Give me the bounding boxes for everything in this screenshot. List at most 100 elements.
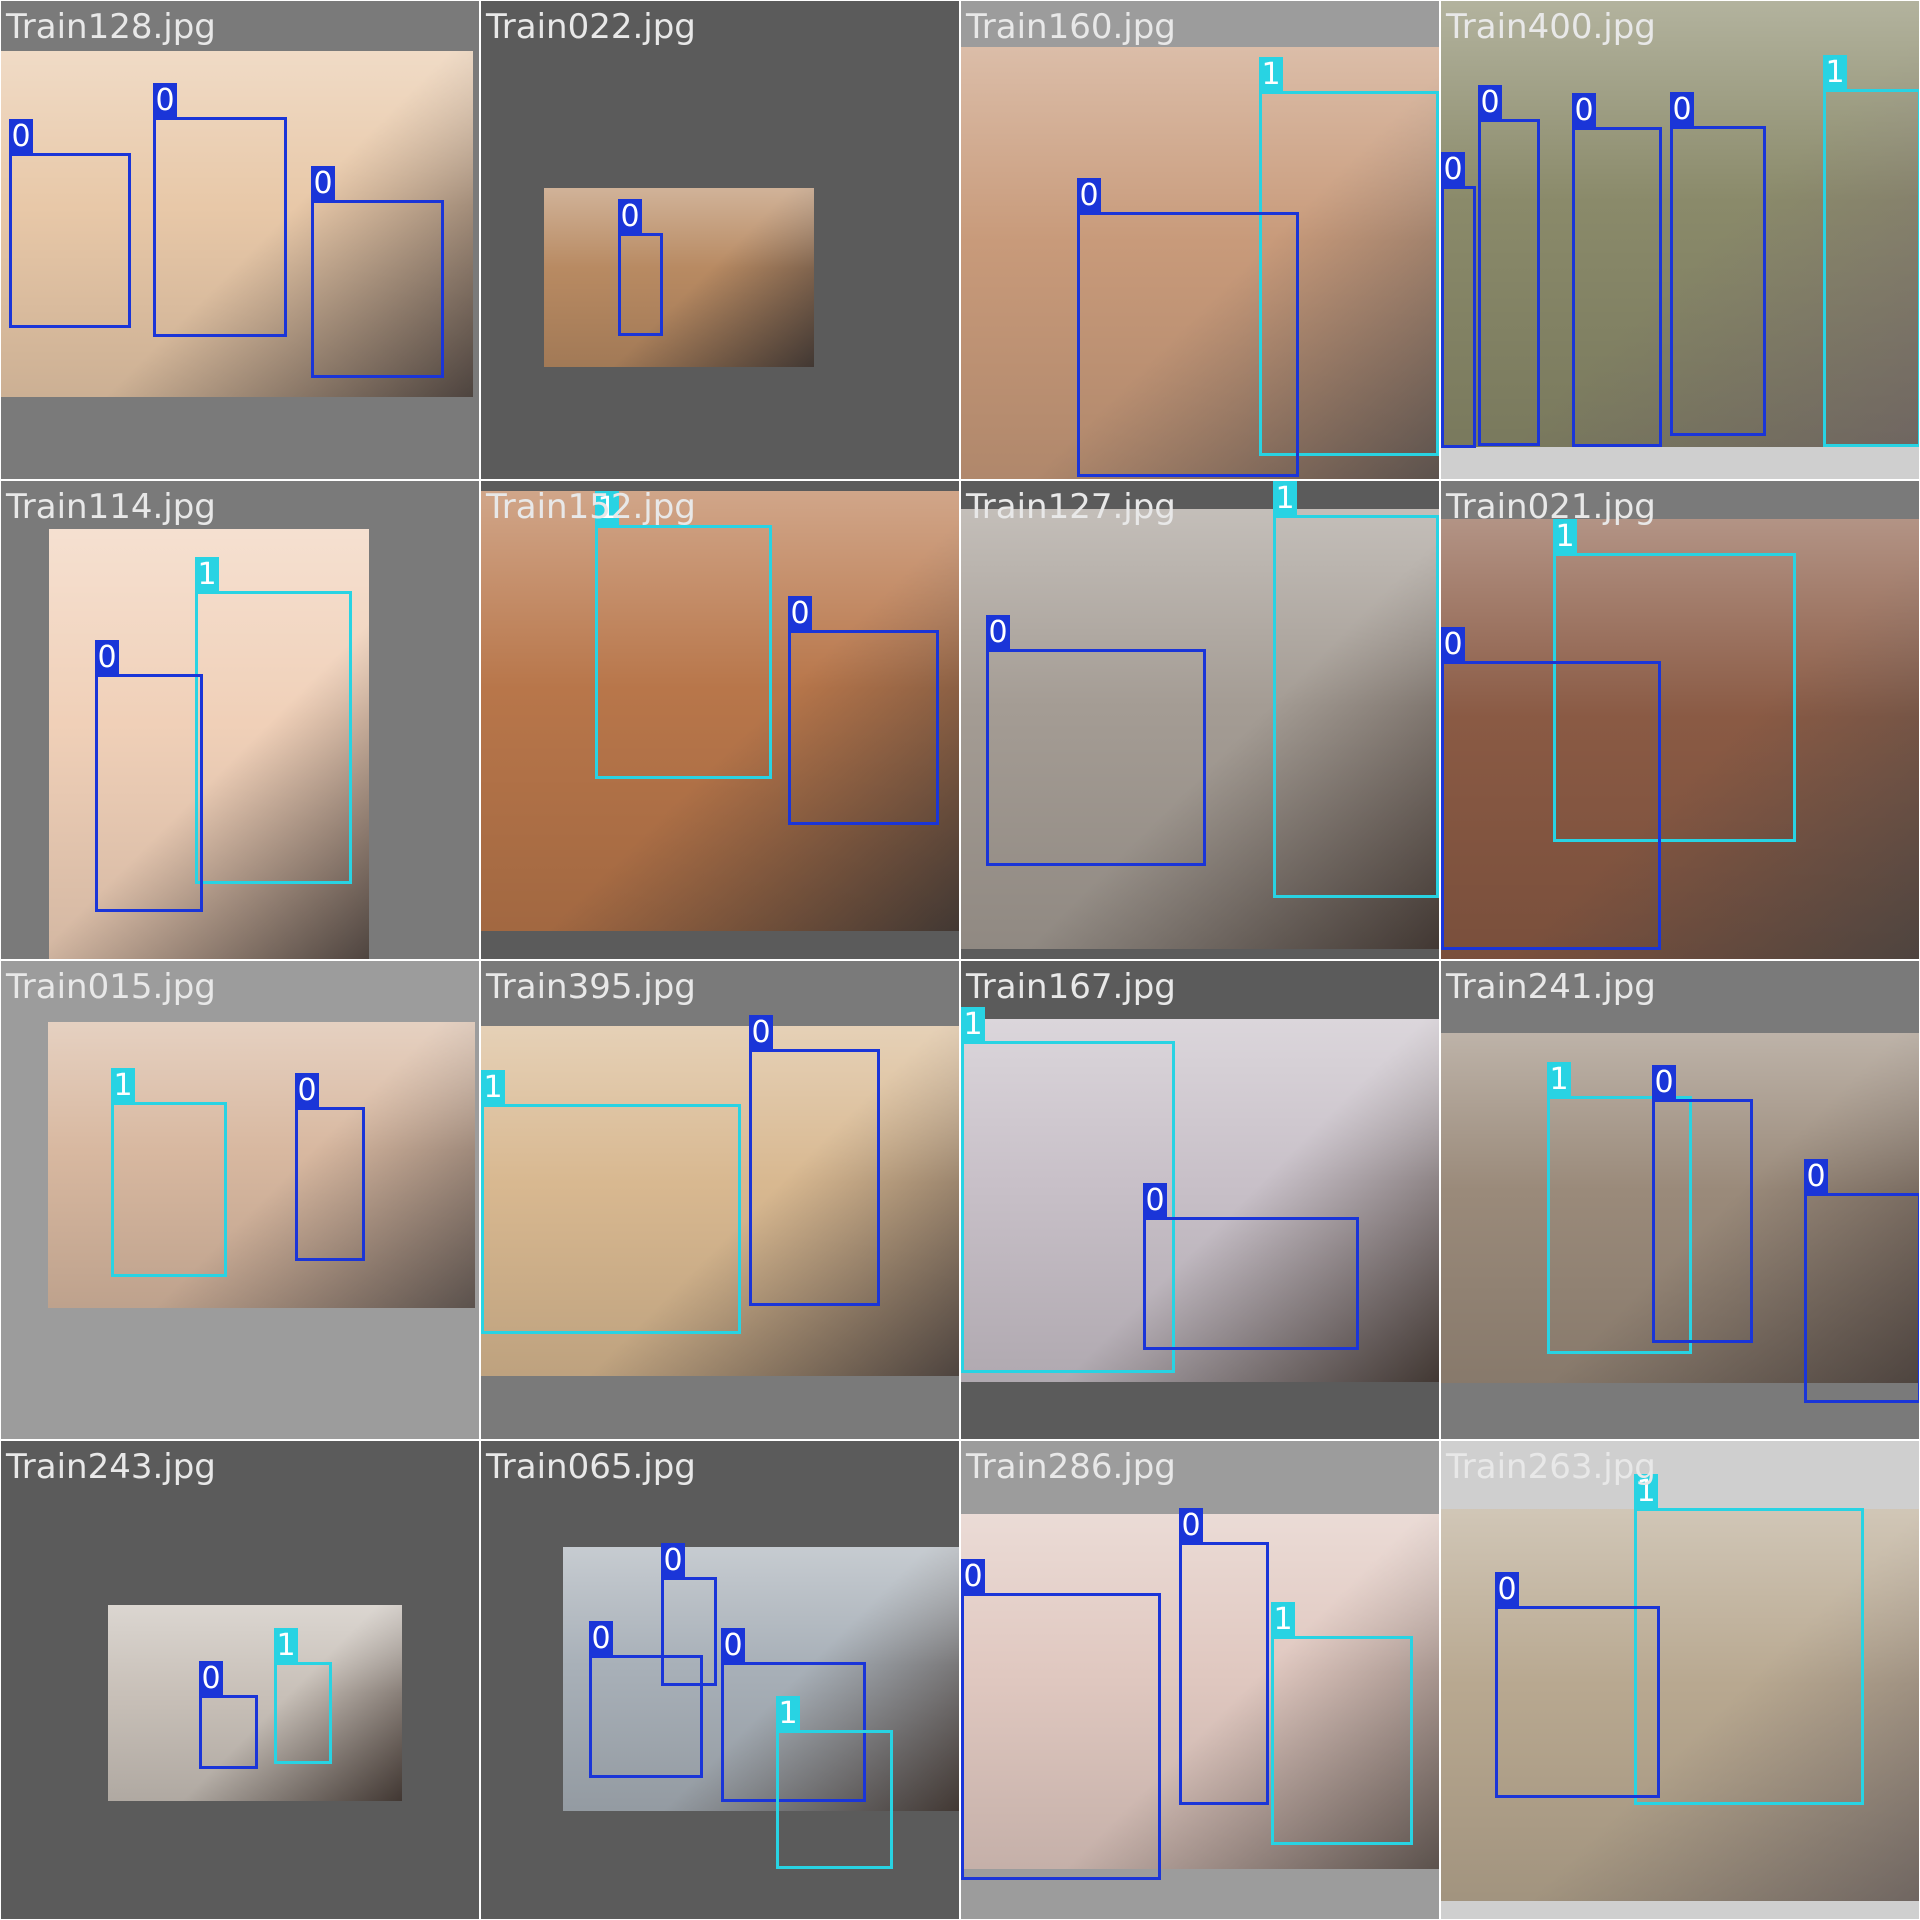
class-label-tag: 0 — [1572, 93, 1596, 129]
class-label-tag: 0 — [788, 596, 812, 632]
filename-label: Train015.jpg — [6, 967, 216, 1007]
bounding-box-class-0: 0 — [1495, 1572, 1660, 1798]
class-label-tag: 1 — [961, 1007, 985, 1043]
bounding-box-class-0: 0 — [295, 1073, 365, 1261]
image-tile: Train127.jpg 1 0 — [960, 480, 1440, 960]
class-label-tag: 0 — [199, 1661, 223, 1697]
class-label-tag: 0 — [618, 199, 642, 235]
class-label-tag: 1 — [195, 557, 219, 593]
mosaic-grid: Train128.jpg 0 0 0 Train022.jpg 0 Train160.jpg… — [0, 0, 1920, 1920]
image-tile: Train022.jpg 0 — [480, 0, 960, 480]
bounding-box-class-1: 1 — [1273, 481, 1439, 898]
class-label-tag: 0 — [153, 83, 177, 119]
bounding-box-class-0: 0 — [961, 1559, 1161, 1880]
image-tile: Train243.jpg 1 0 — [0, 1440, 480, 1920]
filename-label: Train160.jpg — [966, 7, 1176, 47]
bounding-box-class-0: 0 — [1572, 93, 1662, 447]
class-label-tag: 0 — [1670, 92, 1694, 128]
bounding-box-class-0: 0 — [1179, 1508, 1269, 1805]
bounding-box-class-0: 0 — [153, 83, 287, 337]
bounding-box-class-0: 0 — [1441, 627, 1661, 950]
filename-label: Train021.jpg — [1446, 487, 1656, 527]
image-tile: Train400.jpg 0 0 0 0 1 — [1440, 0, 1920, 480]
class-label-tag: 0 — [1478, 85, 1502, 121]
class-label-tag: 0 — [1143, 1183, 1167, 1219]
class-label-tag: 0 — [1077, 178, 1101, 214]
bounding-box-class-0: 0 — [9, 119, 131, 328]
image-tile: Train152.jpg 1 0 — [480, 480, 960, 960]
class-label-tag: 1 — [1271, 1602, 1295, 1638]
filename-label: Train243.jpg — [6, 1447, 216, 1487]
image-tile: Train395.jpg 0 1 — [480, 960, 960, 1440]
class-label-tag: 1 — [1259, 57, 1283, 93]
image-tile: Train021.jpg 1 0 — [1440, 480, 1920, 960]
bounding-box-class-0: 0 — [1804, 1159, 1919, 1403]
filename-label: Train400.jpg — [1446, 7, 1656, 47]
class-label-tag: 0 — [749, 1015, 773, 1051]
image-tile: Train015.jpg 1 0 — [0, 960, 480, 1440]
filename-label: Train114.jpg — [6, 487, 216, 527]
class-label-tag: 0 — [1441, 152, 1465, 188]
filename-label: Train286.jpg — [966, 1447, 1176, 1487]
class-label-tag: 0 — [1804, 1159, 1828, 1195]
class-label-tag: 0 — [9, 119, 33, 155]
filename-label: Train395.jpg — [486, 967, 696, 1007]
bounding-box-class-0: 0 — [1441, 152, 1476, 448]
bounding-box-class-0: 0 — [199, 1661, 258, 1769]
bounding-box-class-0: 0 — [986, 615, 1206, 866]
class-label-tag: 0 — [1652, 1065, 1676, 1101]
image-tile: Train065.jpg 0 0 0 1 — [480, 1440, 960, 1920]
filename-label: Train167.jpg — [966, 967, 1176, 1007]
filename-label: Train065.jpg — [486, 1447, 696, 1487]
class-label-tag: 1 — [481, 1070, 505, 1106]
photo-thumbnail — [544, 188, 814, 367]
class-label-tag: 1 — [111, 1068, 135, 1104]
class-label-tag: 0 — [95, 640, 119, 676]
class-label-tag: 1 — [274, 1628, 298, 1664]
bounding-box-class-1: 1 — [776, 1696, 893, 1869]
image-tile: Train160.jpg 1 0 — [960, 0, 1440, 480]
class-label-tag: 1 — [1823, 55, 1847, 91]
class-label-tag: 0 — [721, 1628, 745, 1664]
image-tile: Train128.jpg 0 0 0 — [0, 0, 480, 480]
image-tile: Train241.jpg 1 0 0 — [1440, 960, 1920, 1440]
image-tile: Train263.jpg 1 0 — [1440, 1440, 1920, 1920]
bounding-box-class-1: 1 — [111, 1068, 227, 1277]
bounding-box-class-0: 0 — [95, 640, 203, 912]
bounding-box-class-0: 0 — [1670, 92, 1766, 436]
class-label-tag: 0 — [1495, 1572, 1519, 1608]
filename-label: Train128.jpg — [6, 7, 216, 47]
bounding-box-class-0: 0 — [1143, 1183, 1359, 1350]
class-label-tag: 0 — [961, 1559, 985, 1595]
class-label-tag: 0 — [589, 1621, 613, 1657]
image-tile: Train114.jpg 1 0 — [0, 480, 480, 960]
class-label-tag: 1 — [776, 1696, 800, 1732]
bounding-box-class-1: 1 — [1823, 55, 1919, 447]
bounding-box-class-0: 0 — [589, 1621, 703, 1778]
filename-label: Train022.jpg — [486, 7, 696, 47]
filename-label: Train127.jpg — [966, 487, 1176, 527]
bounding-box-class-0: 0 — [618, 199, 663, 336]
bounding-box-class-0: 0 — [311, 166, 444, 378]
bounding-box-class-1: 1 — [195, 557, 352, 884]
bounding-box-class-1: 1 — [481, 1070, 741, 1334]
class-label-tag: 1 — [1547, 1062, 1571, 1098]
filename-label: Train241.jpg — [1446, 967, 1656, 1007]
bounding-box-class-0: 0 — [749, 1015, 880, 1306]
class-label-tag: 0 — [1179, 1508, 1203, 1544]
bounding-box-class-1: 1 — [274, 1628, 332, 1764]
bounding-box-class-0: 0 — [1077, 178, 1299, 477]
class-label-tag: 0 — [986, 615, 1010, 651]
class-label-tag: 0 — [311, 166, 335, 202]
class-label-tag: 0 — [661, 1543, 685, 1579]
filename-label: Train263.jpg — [1446, 1447, 1656, 1487]
class-label-tag: 0 — [295, 1073, 319, 1109]
class-label-tag: 1 — [1273, 481, 1297, 517]
bounding-box-class-0: 0 — [1652, 1065, 1753, 1343]
class-label-tag: 0 — [1441, 627, 1465, 663]
bounding-box-class-1: 1 — [595, 491, 772, 779]
bounding-box-class-1: 1 — [1634, 1474, 1864, 1805]
bounding-box-class-1: 1 — [1271, 1602, 1413, 1845]
filename-label: Train152.jpg — [486, 487, 696, 527]
image-tile: Train286.jpg 0 0 1 — [960, 1440, 1440, 1920]
